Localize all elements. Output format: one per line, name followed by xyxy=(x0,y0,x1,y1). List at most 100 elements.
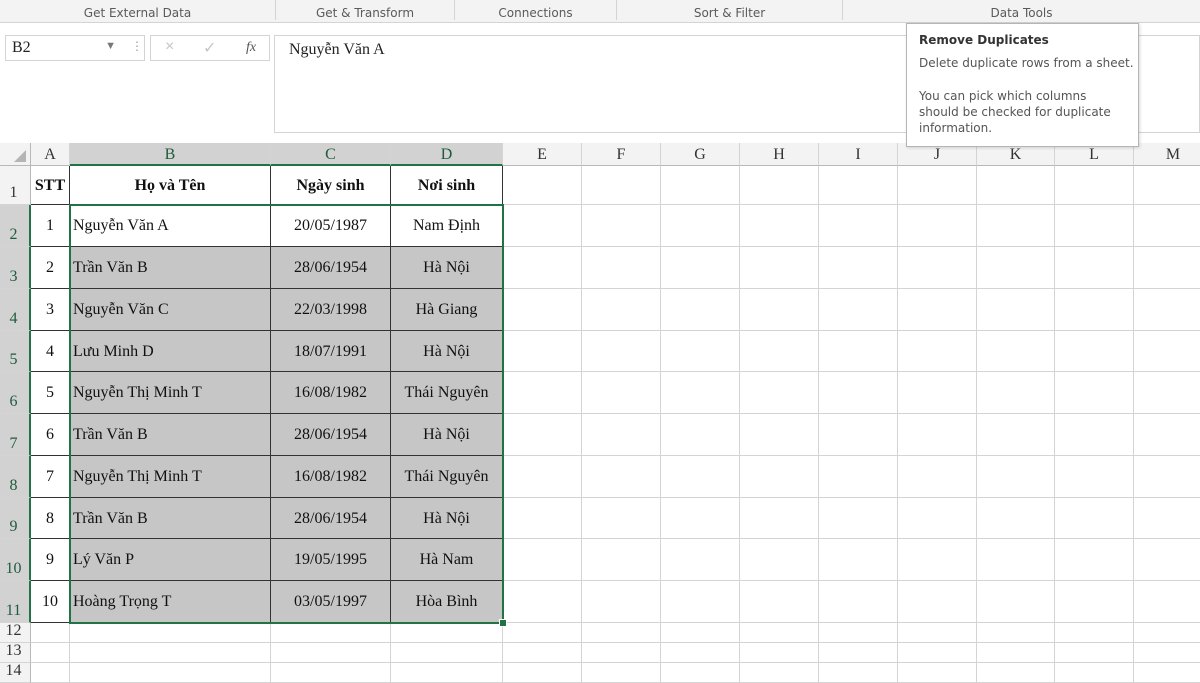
cell-f6[interactable] xyxy=(582,372,661,414)
cell-k8[interactable] xyxy=(977,456,1055,498)
cell-m3[interactable] xyxy=(1134,247,1200,289)
cell-m12[interactable] xyxy=(1134,623,1200,643)
cell-k14[interactable] xyxy=(977,663,1055,683)
cell-h6[interactable] xyxy=(740,372,819,414)
name-box[interactable]: B2 ▼ xyxy=(5,35,145,61)
cell-l5[interactable] xyxy=(1055,331,1134,372)
cell-c7[interactable]: 28/06/1954 xyxy=(271,414,391,456)
cell-g7[interactable] xyxy=(661,414,740,456)
cell-a4[interactable]: 3 xyxy=(31,289,70,331)
cell-j1[interactable] xyxy=(898,166,977,205)
cell-g10[interactable] xyxy=(661,539,740,581)
cell-k2[interactable] xyxy=(977,205,1055,247)
cell-h14[interactable] xyxy=(740,663,819,683)
cell-d8[interactable]: Thái Nguyên xyxy=(391,456,503,498)
cell-f13[interactable] xyxy=(582,643,661,663)
cell-l9[interactable] xyxy=(1055,498,1134,539)
cell-d6[interactable]: Thái Nguyên xyxy=(391,372,503,414)
cell-g13[interactable] xyxy=(661,643,740,663)
row-header-12[interactable]: 12 xyxy=(0,622,31,643)
cell-l12[interactable] xyxy=(1055,623,1134,643)
column-header-i[interactable]: I xyxy=(819,143,898,166)
cell-g11[interactable] xyxy=(661,581,740,623)
cell-b9[interactable]: Trần Văn B xyxy=(70,498,271,539)
column-header-b[interactable]: B xyxy=(70,143,271,166)
cell-c13[interactable] xyxy=(271,643,391,663)
cell-e10[interactable] xyxy=(503,539,582,581)
cell-j9[interactable] xyxy=(898,498,977,539)
cell-i1[interactable] xyxy=(819,166,898,205)
cell-e11[interactable] xyxy=(503,581,582,623)
cell-j2[interactable] xyxy=(898,205,977,247)
column-header-h[interactable]: H xyxy=(740,143,819,166)
cell-k9[interactable] xyxy=(977,498,1055,539)
fill-handle[interactable] xyxy=(499,619,507,627)
cell-c12[interactable] xyxy=(271,623,391,643)
cell-c8[interactable]: 16/08/1982 xyxy=(271,456,391,498)
cell-d3[interactable]: Hà Nội xyxy=(391,247,503,289)
cell-f1[interactable] xyxy=(582,166,661,205)
cell-a5[interactable]: 4 xyxy=(31,331,70,372)
cell-g4[interactable] xyxy=(661,289,740,331)
chevron-down-icon[interactable]: ▼ xyxy=(105,40,116,52)
cell-d5[interactable]: Hà Nội xyxy=(391,331,503,372)
cell-l3[interactable] xyxy=(1055,247,1134,289)
row-header-9[interactable]: 9 xyxy=(0,498,31,539)
cell-d10[interactable]: Hà Nam xyxy=(391,539,503,581)
cell-a11[interactable]: 10 xyxy=(31,581,70,623)
row-header-13[interactable]: 13 xyxy=(0,642,31,663)
cell-h9[interactable] xyxy=(740,498,819,539)
cell-f11[interactable] xyxy=(582,581,661,623)
cell-b13[interactable] xyxy=(70,643,271,663)
cell-h2[interactable] xyxy=(740,205,819,247)
cell-g9[interactable] xyxy=(661,498,740,539)
ribbon-group-connections[interactable]: Connections xyxy=(455,0,616,22)
cell-i7[interactable] xyxy=(819,414,898,456)
row-header-1[interactable]: 1 xyxy=(0,166,31,205)
cell-l4[interactable] xyxy=(1055,289,1134,331)
cell-l2[interactable] xyxy=(1055,205,1134,247)
cell-i14[interactable] xyxy=(819,663,898,683)
cell-l13[interactable] xyxy=(1055,643,1134,663)
cell-m13[interactable] xyxy=(1134,643,1200,663)
row-header-14[interactable]: 14 xyxy=(0,662,31,683)
cell-b7[interactable]: Trần Văn B xyxy=(70,414,271,456)
cell-j13[interactable] xyxy=(898,643,977,663)
column-header-f[interactable]: F xyxy=(582,143,661,166)
cell-j3[interactable] xyxy=(898,247,977,289)
cell-i8[interactable] xyxy=(819,456,898,498)
cell-e1[interactable] xyxy=(503,166,582,205)
row-header-5[interactable]: 5 xyxy=(0,331,31,372)
cell-i2[interactable] xyxy=(819,205,898,247)
ribbon-group-data-tools[interactable]: Data Tools xyxy=(843,0,1200,22)
cell-d11[interactable]: Hòa Bình xyxy=(391,581,503,623)
cell-g8[interactable] xyxy=(661,456,740,498)
cell-c3[interactable]: 28/06/1954 xyxy=(271,247,391,289)
cell-e2[interactable] xyxy=(503,205,582,247)
row-header-3[interactable]: 3 xyxy=(0,247,31,289)
cell-h13[interactable] xyxy=(740,643,819,663)
cell-a7[interactable]: 6 xyxy=(31,414,70,456)
cell-m7[interactable] xyxy=(1134,414,1200,456)
cell-f3[interactable] xyxy=(582,247,661,289)
cell-m8[interactable] xyxy=(1134,456,1200,498)
cell-f10[interactable] xyxy=(582,539,661,581)
cell-k11[interactable] xyxy=(977,581,1055,623)
cell-l8[interactable] xyxy=(1055,456,1134,498)
cell-h1[interactable] xyxy=(740,166,819,205)
cell-l10[interactable] xyxy=(1055,539,1134,581)
cell-m9[interactable] xyxy=(1134,498,1200,539)
cell-f14[interactable] xyxy=(582,663,661,683)
cell-m14[interactable] xyxy=(1134,663,1200,683)
row-header-11[interactable]: 11 xyxy=(0,581,31,623)
cell-h5[interactable] xyxy=(740,331,819,372)
cell-e9[interactable] xyxy=(503,498,582,539)
cell-a14[interactable] xyxy=(31,663,70,683)
cell-j6[interactable] xyxy=(898,372,977,414)
cell-a3[interactable]: 2 xyxy=(31,247,70,289)
cell-h12[interactable] xyxy=(740,623,819,643)
cell-j4[interactable] xyxy=(898,289,977,331)
cell-c10[interactable]: 19/05/1995 xyxy=(271,539,391,581)
cell-e8[interactable] xyxy=(503,456,582,498)
cell-k5[interactable] xyxy=(977,331,1055,372)
